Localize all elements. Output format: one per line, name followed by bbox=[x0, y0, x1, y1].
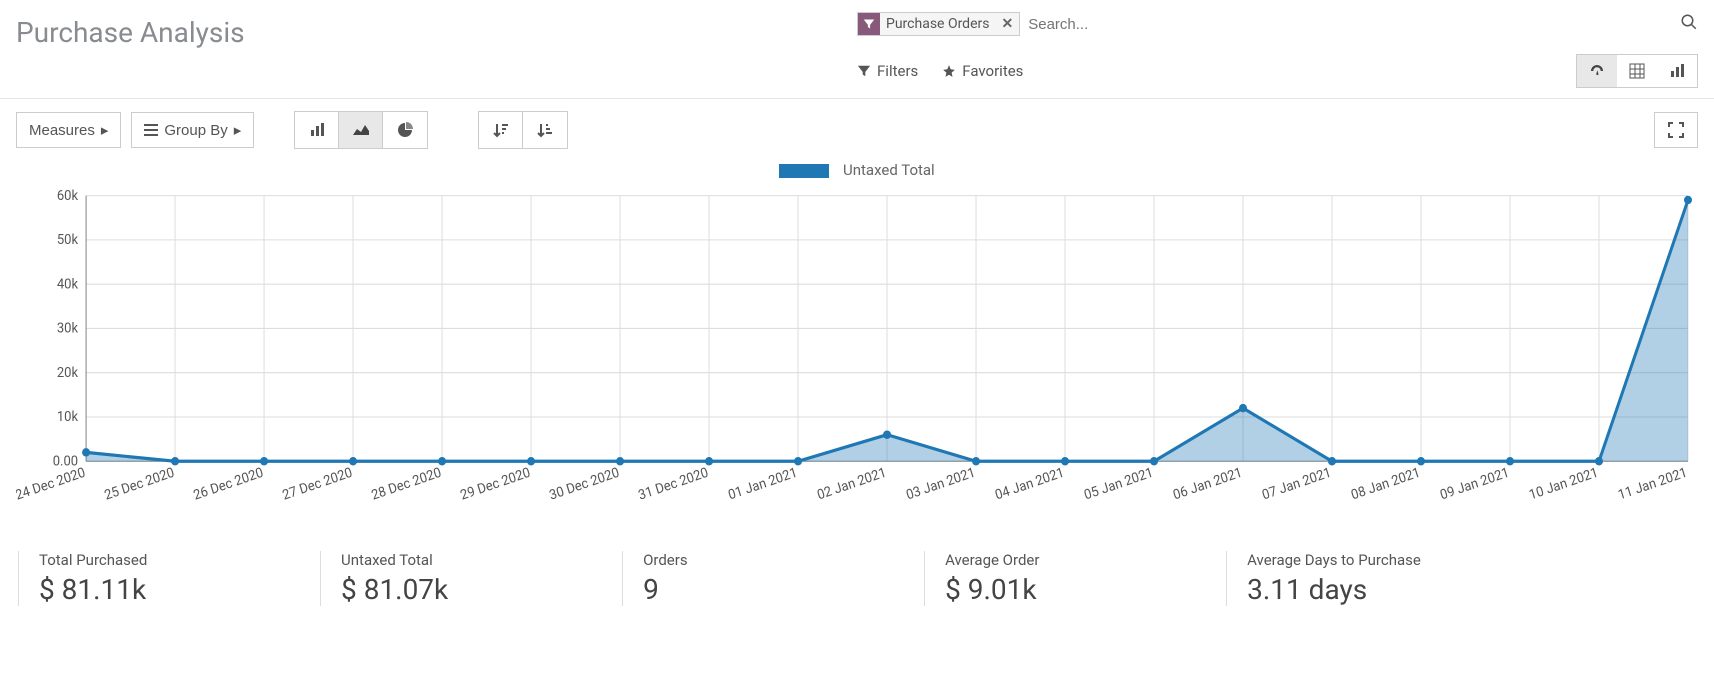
bar-chart-button[interactable] bbox=[295, 112, 339, 148]
gauge-icon bbox=[1588, 62, 1606, 80]
svg-text:04 Jan 2021: 04 Jan 2021 bbox=[994, 465, 1067, 503]
measures-label: Measures bbox=[29, 122, 95, 139]
grid-icon bbox=[1629, 63, 1645, 79]
sort-desc-button[interactable] bbox=[479, 112, 523, 148]
kpi-value: 9 bbox=[643, 573, 904, 606]
kpi-total-purchased: Total Purchased $ 81.11k bbox=[18, 551, 320, 606]
caret-right-icon: ▸ bbox=[234, 121, 242, 139]
kpi-avg-days: Average Days to Purchase 3.11 days bbox=[1226, 551, 1696, 606]
kpi-value: 3.11 days bbox=[1247, 573, 1676, 606]
filter-chip-purchase-orders[interactable]: Purchase Orders ✕ bbox=[857, 12, 1020, 36]
groupby-label: Group By bbox=[164, 122, 227, 139]
search-row: Purchase Orders ✕ bbox=[857, 12, 1698, 36]
line-chart-button[interactable] bbox=[339, 112, 383, 148]
kpi-label: Average Days to Purchase bbox=[1247, 551, 1676, 569]
kpi-label: Average Order bbox=[945, 551, 1206, 569]
bar-chart-icon bbox=[309, 122, 325, 138]
svg-text:27 Dec 2020: 27 Dec 2020 bbox=[281, 465, 354, 503]
kpi-row: Total Purchased $ 81.11k Untaxed Total $… bbox=[0, 537, 1714, 620]
svg-text:10k: 10k bbox=[57, 410, 78, 425]
pie-chart-button[interactable] bbox=[383, 112, 427, 148]
pie-chart-icon bbox=[397, 122, 413, 138]
view-switcher bbox=[1576, 54, 1698, 88]
svg-text:09 Jan 2021: 09 Jan 2021 bbox=[1438, 465, 1511, 503]
svg-text:06 Jan 2021: 06 Jan 2021 bbox=[1172, 465, 1245, 503]
chart-area: Untaxed Total 0.0010k20k30k40k50k60k24 D… bbox=[0, 161, 1714, 537]
kpi-orders: Orders 9 bbox=[622, 551, 924, 606]
svg-text:25 Dec 2020: 25 Dec 2020 bbox=[103, 465, 176, 503]
expand-button[interactable] bbox=[1654, 112, 1698, 148]
bar-chart-icon bbox=[1669, 63, 1685, 79]
svg-text:02 Jan 2021: 02 Jan 2021 bbox=[816, 465, 889, 503]
kpi-value: $ 81.07k bbox=[341, 573, 602, 606]
svg-text:50k: 50k bbox=[57, 233, 78, 248]
filters-button[interactable]: Filters bbox=[857, 62, 918, 80]
hamburger-icon bbox=[144, 124, 158, 136]
kpi-untaxed-total: Untaxed Total $ 81.07k bbox=[320, 551, 622, 606]
close-icon[interactable]: ✕ bbox=[995, 16, 1019, 32]
svg-text:03 Jan 2021: 03 Jan 2021 bbox=[905, 465, 978, 503]
kpi-label: Untaxed Total bbox=[341, 551, 602, 569]
view-pivot-button[interactable] bbox=[1617, 55, 1657, 87]
svg-text:31 Dec 2020: 31 Dec 2020 bbox=[637, 465, 710, 503]
toolbar: Measures ▸ Group By ▸ bbox=[0, 99, 1714, 161]
area-chart-icon bbox=[352, 123, 370, 137]
svg-text:05 Jan 2021: 05 Jan 2021 bbox=[1083, 465, 1156, 503]
legend-swatch bbox=[779, 164, 829, 178]
svg-text:40k: 40k bbox=[57, 277, 78, 292]
search-area: Purchase Orders ✕ Filters Favorites bbox=[857, 12, 1698, 98]
svg-text:30k: 30k bbox=[57, 321, 78, 336]
kpi-label: Orders bbox=[643, 551, 904, 569]
page-title: Purchase Analysis bbox=[16, 12, 245, 49]
svg-text:24 Dec 2020: 24 Dec 2020 bbox=[16, 465, 87, 503]
svg-text:29 Dec 2020: 29 Dec 2020 bbox=[459, 465, 532, 503]
legend-label: Untaxed Total bbox=[843, 161, 935, 179]
favorites-label: Favorites bbox=[962, 62, 1023, 80]
expand-icon bbox=[1668, 122, 1684, 138]
sort-switcher bbox=[478, 111, 568, 149]
kpi-value: $ 81.11k bbox=[39, 573, 300, 606]
search-input[interactable] bbox=[1028, 16, 1672, 33]
sort-asc-icon bbox=[537, 122, 553, 138]
svg-text:30 Dec 2020: 30 Dec 2020 bbox=[548, 465, 621, 503]
filters-label: Filters bbox=[877, 62, 918, 80]
measures-button[interactable]: Measures ▸ bbox=[16, 112, 121, 148]
view-dashboard-button[interactable] bbox=[1577, 55, 1617, 87]
svg-text:01 Jan 2021: 01 Jan 2021 bbox=[727, 465, 800, 503]
svg-text:08 Jan 2021: 08 Jan 2021 bbox=[1349, 465, 1422, 503]
svg-text:10 Jan 2021: 10 Jan 2021 bbox=[1527, 465, 1600, 503]
line-chart[interactable]: 0.0010k20k30k40k50k60k24 Dec 202025 Dec … bbox=[16, 185, 1698, 525]
svg-text:11 Jan 2021: 11 Jan 2021 bbox=[1616, 465, 1689, 503]
svg-text:28 Dec 2020: 28 Dec 2020 bbox=[370, 465, 443, 503]
search-sub: Filters Favorites bbox=[857, 36, 1698, 98]
filter-chip-label: Purchase Orders bbox=[880, 16, 995, 32]
svg-text:20k: 20k bbox=[57, 366, 78, 381]
caret-right-icon: ▸ bbox=[101, 121, 109, 139]
star-icon bbox=[942, 64, 956, 78]
favorites-button[interactable]: Favorites bbox=[942, 62, 1023, 80]
sort-asc-button[interactable] bbox=[523, 112, 567, 148]
groupby-button[interactable]: Group By ▸ bbox=[131, 112, 254, 148]
sort-desc-icon bbox=[493, 122, 509, 138]
svg-text:26 Dec 2020: 26 Dec 2020 bbox=[192, 465, 265, 503]
chart-type-switcher bbox=[294, 111, 428, 149]
kpi-value: $ 9.01k bbox=[945, 573, 1206, 606]
kpi-label: Total Purchased bbox=[39, 551, 300, 569]
chart-legend: Untaxed Total bbox=[16, 161, 1698, 179]
funnel-icon bbox=[858, 13, 880, 35]
header: Purchase Analysis Purchase Orders ✕ Filt… bbox=[0, 0, 1714, 99]
svg-text:60k: 60k bbox=[57, 189, 78, 204]
funnel-icon bbox=[857, 64, 871, 78]
search-icon[interactable] bbox=[1680, 13, 1698, 36]
svg-text:07 Jan 2021: 07 Jan 2021 bbox=[1260, 465, 1333, 503]
kpi-avg-order: Average Order $ 9.01k bbox=[924, 551, 1226, 606]
view-graph-button[interactable] bbox=[1657, 55, 1697, 87]
